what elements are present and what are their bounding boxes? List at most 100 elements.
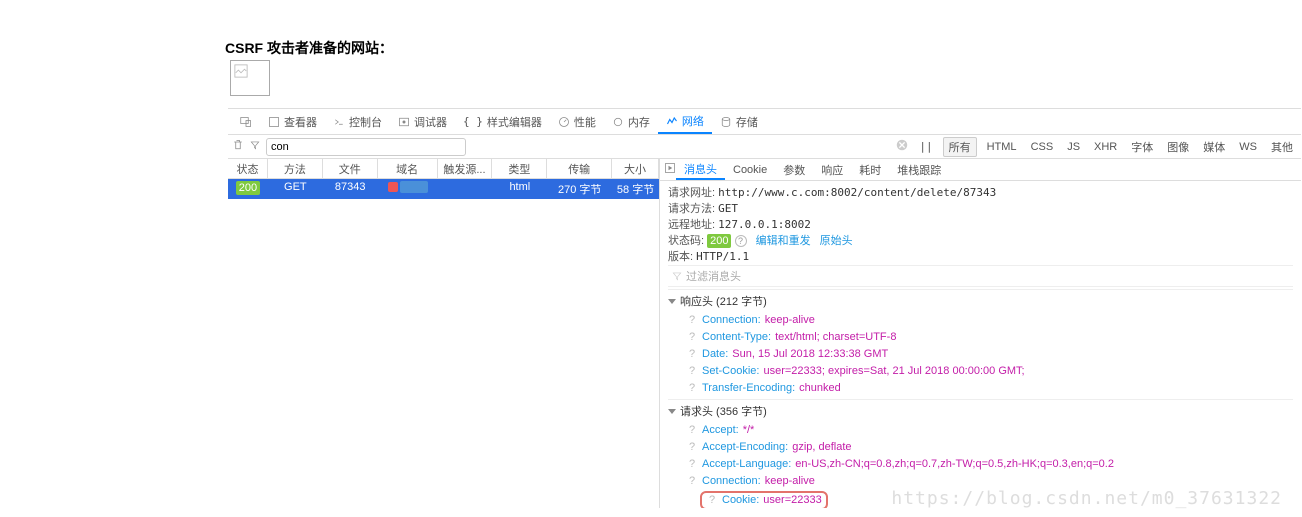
tab-console[interactable]: 控制台 — [325, 109, 390, 134]
table-header: 状态 方法 文件 域名 触发源... 类型 传输 大小 — [228, 159, 659, 179]
tab-style-editor[interactable]: { }样式编辑器 — [455, 109, 550, 134]
filter-css[interactable]: CSS — [1027, 141, 1058, 153]
chevron-down-icon — [668, 299, 676, 304]
broken-image-icon — [234, 64, 248, 78]
filter-headers-placeholder[interactable]: 过滤消息头 — [686, 268, 741, 284]
status-badge: 200 — [236, 181, 260, 195]
method-value: GET — [718, 202, 738, 215]
url-label: 请求网址: — [668, 187, 715, 199]
response-headers-title: 响应头 (212 字节) — [680, 293, 767, 309]
responsive-design-icon[interactable] — [232, 109, 260, 134]
url-value: http://www.c.com:8002/content/delete/873… — [718, 186, 996, 199]
tab-style-label: 样式编辑器 — [487, 114, 542, 130]
filter-all[interactable]: 所有 — [943, 137, 977, 157]
response-headers-section[interactable]: 响应头 (212 字节) — [668, 289, 1293, 312]
clear-icon[interactable] — [895, 138, 909, 155]
toggle-icon[interactable] — [664, 162, 676, 177]
status-label: 状态码: — [668, 235, 704, 247]
filter-xhr[interactable]: XHR — [1090, 141, 1121, 153]
details-tabs: 消息头 Cookie 参数 响应 耗时 堆栈跟踪 — [660, 159, 1301, 181]
filter-ws[interactable]: WS — [1235, 141, 1261, 153]
devtools-toolbar: 查看器 控制台 调试器 { }样式编辑器 性能 内存 网络 存储 — [228, 109, 1301, 135]
col-cause[interactable]: 触发源... — [438, 159, 493, 178]
method-label: 请求方法: — [668, 203, 715, 215]
tab-performance[interactable]: 性能 — [550, 109, 604, 134]
tab-storage-label: 存储 — [736, 114, 758, 130]
pause-button[interactable]: || — [915, 140, 936, 153]
header-row: ?Set-Cookie: user=22333; expires=Sat, 21… — [668, 363, 1293, 380]
tab-timings[interactable]: 耗时 — [851, 159, 889, 180]
funnel-icon[interactable] — [250, 140, 260, 153]
cell-domain — [378, 179, 438, 199]
cell-cause — [438, 179, 493, 199]
cookie-highlight-box: ?Cookie: user=22333 — [700, 491, 828, 508]
tab-memory[interactable]: 内存 — [604, 109, 658, 134]
cell-transferred: 270 字节 — [547, 179, 612, 199]
tab-params[interactable]: 参数 — [775, 159, 813, 180]
cell-type: html — [492, 179, 547, 199]
filter-input[interactable] — [266, 138, 466, 156]
col-method[interactable]: 方法 — [268, 159, 323, 178]
remote-label: 远程地址: — [668, 219, 715, 231]
col-type[interactable]: 类型 — [492, 159, 547, 178]
tab-inspector[interactable]: 查看器 — [260, 109, 325, 134]
tab-debugger-label: 调试器 — [414, 114, 447, 130]
request-headers-title: 请求头 (356 字节) — [680, 403, 767, 419]
header-row: ?Date: Sun, 15 Jul 2018 12:33:38 GMT — [668, 346, 1293, 363]
raw-headers-link[interactable]: 原始头 — [820, 235, 853, 247]
tab-inspector-label: 查看器 — [284, 114, 317, 130]
cell-size: 58 字节 — [612, 179, 659, 199]
col-transferred[interactable]: 传输 — [547, 159, 612, 178]
filter-media[interactable]: 媒体 — [1199, 139, 1229, 155]
tab-storage[interactable]: 存储 — [712, 109, 766, 134]
filter-html[interactable]: HTML — [983, 141, 1021, 153]
watermark: https://blog.csdn.net/m0_37631322 — [891, 488, 1282, 509]
tab-headers[interactable]: 消息头 — [676, 159, 725, 180]
request-list: 状态 方法 文件 域名 触发源... 类型 传输 大小 200 GET 8734… — [228, 159, 660, 508]
cell-method: GET — [268, 179, 323, 199]
tab-network[interactable]: 网络 — [658, 109, 712, 134]
help-icon[interactable]: ? — [735, 235, 747, 247]
col-domain[interactable]: 域名 — [378, 159, 438, 178]
version-label: 版本: — [668, 251, 693, 263]
request-details: 消息头 Cookie 参数 响应 耗时 堆栈跟踪 请求网址: http://ww… — [660, 159, 1301, 508]
devtools-panel: 查看器 控制台 调试器 { }样式编辑器 性能 内存 网络 存储 || 所有 H… — [228, 108, 1301, 508]
chevron-down-icon — [668, 409, 676, 414]
header-row: ?Accept-Language: en-US,zh-CN;q=0.8,zh;q… — [668, 456, 1293, 473]
network-filter-bar: || 所有 HTML CSS JS XHR 字体 图像 媒体 WS 其他 — [228, 135, 1301, 159]
tab-debugger[interactable]: 调试器 — [390, 109, 455, 134]
header-row: ?Content-Type: text/html; charset=UTF-8 — [668, 329, 1293, 346]
col-status[interactable]: 状态 — [228, 159, 268, 178]
headers-panel: 请求网址: http://www.c.com:8002/content/dele… — [660, 181, 1301, 508]
col-file[interactable]: 文件 — [323, 159, 378, 178]
filter-headers-row: 过滤消息头 — [668, 265, 1293, 287]
header-row: ?Accept-Encoding: gzip, deflate — [668, 439, 1293, 456]
header-row: ?Accept: */* — [668, 422, 1293, 439]
version-value: HTTP/1.1 — [696, 250, 749, 263]
col-size[interactable]: 大小 — [612, 159, 659, 178]
header-row: ?Connection: keep-alive — [668, 312, 1293, 329]
filter-js[interactable]: JS — [1063, 141, 1084, 153]
header-row: ?Transfer-Encoding: chunked — [668, 380, 1293, 397]
cell-file: 87343 — [323, 179, 378, 199]
funnel-icon — [672, 271, 682, 281]
remote-value: 127.0.0.1:8002 — [718, 218, 811, 231]
security-icon — [388, 182, 398, 192]
tab-response[interactable]: 响应 — [813, 159, 851, 180]
broken-image-placeholder — [230, 60, 270, 96]
filter-image[interactable]: 图像 — [1163, 139, 1193, 155]
tab-memory-label: 内存 — [628, 114, 650, 130]
request-headers-section[interactable]: 请求头 (356 字节) — [668, 399, 1293, 422]
tab-performance-label: 性能 — [574, 114, 596, 130]
trash-icon[interactable] — [232, 139, 244, 154]
page-title: CSRF 攻击者准备的网站： — [225, 38, 393, 58]
filter-font[interactable]: 字体 — [1127, 139, 1157, 155]
tab-console-label: 控制台 — [349, 114, 382, 130]
tab-network-label: 网络 — [682, 113, 704, 129]
tab-cookie[interactable]: Cookie — [725, 159, 775, 180]
edit-resend-link[interactable]: 编辑和重发 — [756, 235, 811, 247]
status-code-badge: 200 — [707, 234, 731, 248]
tab-stack[interactable]: 堆栈跟踪 — [889, 159, 949, 180]
filter-other[interactable]: 其他 — [1267, 139, 1297, 155]
table-row[interactable]: 200 GET 87343 html 270 字节 58 字节 — [228, 179, 659, 199]
